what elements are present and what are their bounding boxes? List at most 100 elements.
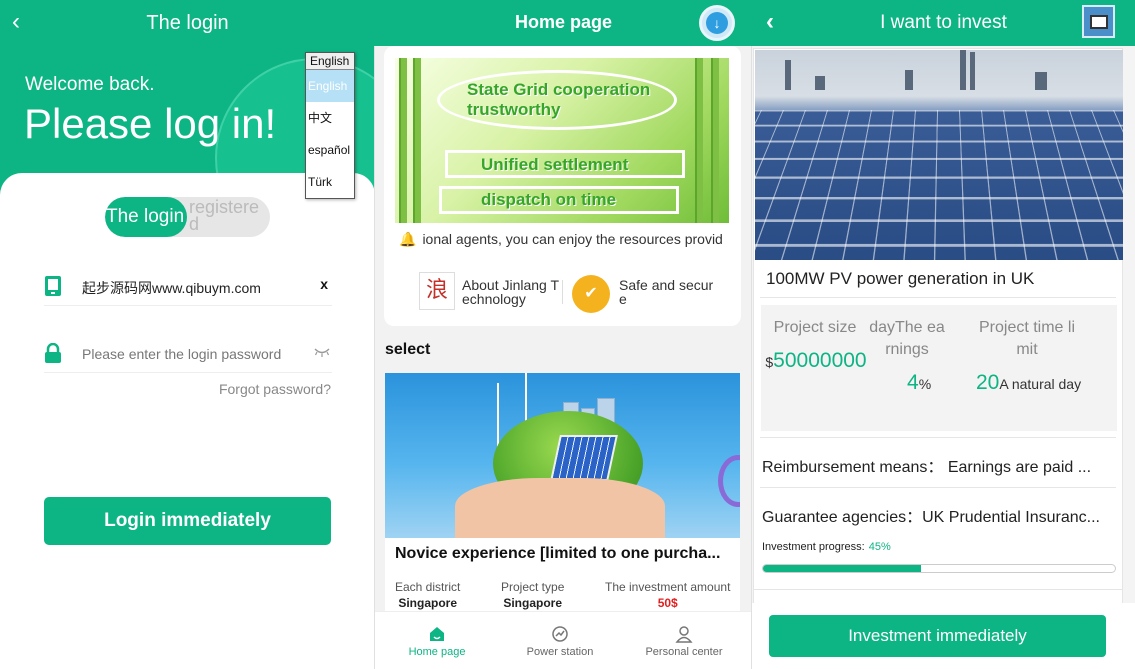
amount-info: The investment amount 50$ [605, 580, 730, 610]
power-station-icon [552, 626, 568, 642]
lock-icon [44, 342, 62, 368]
safe-secure-link[interactable]: Safe and secure [619, 278, 719, 306]
tab-power-station[interactable]: Power station [510, 624, 610, 658]
skyline [785, 60, 791, 90]
about-link[interactable]: About Jinlang Technology [462, 278, 562, 306]
language-option[interactable]: English [306, 70, 354, 102]
headline-text: Please log in! [24, 100, 277, 147]
home-screen: Home page ↓ State Grid cooperation trust… [375, 0, 752, 669]
divider [760, 487, 1116, 488]
bamboo-decoration [399, 58, 407, 223]
size-value: $50000000 [765, 349, 867, 372]
panel-divider [751, 46, 752, 669]
avatar-face-icon [1090, 15, 1108, 29]
invest-button[interactable]: Investment immediately [769, 615, 1106, 657]
skyline [905, 70, 913, 90]
loading-spinner [718, 455, 740, 507]
skyline [815, 76, 825, 90]
skyline [970, 52, 975, 90]
avatar[interactable] [1082, 5, 1115, 38]
notice-text: ional agents, you can enjoy the resource… [422, 231, 723, 247]
solar-panel [550, 435, 618, 481]
solar-farm-image [755, 50, 1123, 260]
username-value: 起步源码网www.qibuym.com [82, 280, 261, 296]
password-field[interactable]: Please enter the login password [44, 333, 332, 373]
invest-header-title: I want to invest [880, 12, 1007, 33]
login-register-switch: registered The login [105, 197, 270, 237]
language-option[interactable]: Türk [306, 166, 354, 198]
shield-icon: ✔ [572, 275, 610, 313]
tab-home-label: Home page [408, 646, 466, 658]
carousel-dots[interactable] [515, 214, 587, 223]
download-arrow-icon: ↓ [706, 12, 728, 34]
bamboo-decoration [695, 58, 703, 223]
banner-text: trustworthy [467, 100, 561, 119]
divider [760, 297, 1116, 298]
login-screen: ‹ The login Welcome back. Please log in!… [0, 0, 375, 669]
section-title: select [385, 341, 431, 358]
bamboo-decoration [413, 58, 421, 223]
forgot-password-link[interactable]: Forgot password? [219, 381, 331, 397]
tab-personal-center-label: Personal center [645, 646, 723, 658]
tab-login[interactable]: The login [105, 197, 187, 237]
project-card[interactable]: Novice experience [limited to one purcha… [385, 373, 740, 613]
currency-symbol: $ [765, 354, 774, 370]
amount-label: The investment amount [605, 580, 731, 594]
notice-bar: 🔔 ional agents, you can enjoy the resourc… [399, 231, 723, 248]
language-option[interactable]: español [306, 134, 354, 166]
divider [760, 437, 1116, 438]
user-icon [675, 626, 693, 643]
reimbursement-row: Reimbursement means： Earnings are paid .… [762, 459, 1092, 476]
home-icon [430, 627, 444, 641]
quick-links: 浪 About Jinlang Technology ✔ Safe and se… [419, 272, 719, 314]
banner-text: dispatch on time [481, 190, 617, 209]
project-name: Novice experience [limited to one purcha… [395, 545, 721, 562]
progress-label: Investment progress: 45% [762, 541, 891, 553]
tab-power-station-label: Power station [526, 646, 594, 658]
banner-carousel[interactable]: State Grid cooperation trustworthy Unifi… [395, 58, 729, 223]
tab-home[interactable]: Home page [387, 624, 487, 658]
login-header-title: The login [146, 12, 229, 34]
phone-icon [44, 276, 62, 301]
username-field[interactable]: 起步源码网www.qibuym.com x [44, 266, 332, 306]
home-header: Home page ↓ [375, 0, 752, 46]
project-image [385, 373, 740, 538]
panel-divider [374, 46, 375, 669]
time-value: 20A natural day [976, 371, 1082, 394]
banner-text: State Grid cooperation [467, 80, 651, 99]
tab-register[interactable]: registered [189, 198, 269, 233]
district-value: Singapore [398, 596, 458, 610]
size-label: Project size [773, 319, 857, 336]
progress-bar [762, 564, 1116, 573]
project-stats: Project size dayThe earnings Project tim… [761, 305, 1117, 431]
progress-fill [763, 565, 922, 572]
eye-closed-icon[interactable] [314, 345, 330, 363]
bamboo-decoration [711, 58, 719, 223]
skyline [960, 50, 966, 90]
amount-value: 50$ [657, 596, 678, 610]
district-label: Each district [395, 580, 461, 594]
language-dropdown[interactable]: English English 中文 español Türk [305, 52, 355, 199]
project-detail-card: 100MW PV power generation in UK Project … [753, 48, 1123, 601]
skyline [1035, 72, 1047, 90]
project-title: 100MW PV power generation in UK [766, 269, 1035, 288]
earnings-label: dayThe earnings [869, 319, 945, 358]
login-button[interactable]: Login immediately [44, 497, 331, 545]
banner-text: Unified settlement [481, 155, 629, 174]
home-header-title: Home page [514, 12, 613, 32]
language-option[interactable]: 中文 [306, 102, 354, 134]
bottom-tab-bar: Home page Power station Personal center [375, 611, 752, 669]
invest-footer: Investment immediately [752, 603, 1135, 669]
login-header: ‹ The login [0, 0, 375, 46]
solar-panels [755, 110, 1123, 260]
tab-personal-center[interactable]: Personal center [634, 624, 734, 658]
invest-header: ‹ I want to invest [752, 0, 1135, 46]
divider [562, 280, 563, 304]
login-form-card [0, 173, 375, 669]
language-selected[interactable]: English [306, 53, 354, 70]
hands [455, 478, 665, 538]
guarantee-row: Guarantee agencies：UK Prudential Insuran… [762, 509, 1100, 526]
download-button[interactable]: ↓ [699, 5, 735, 41]
password-placeholder: Please enter the login password [82, 346, 282, 362]
clear-icon[interactable]: x [320, 276, 328, 292]
